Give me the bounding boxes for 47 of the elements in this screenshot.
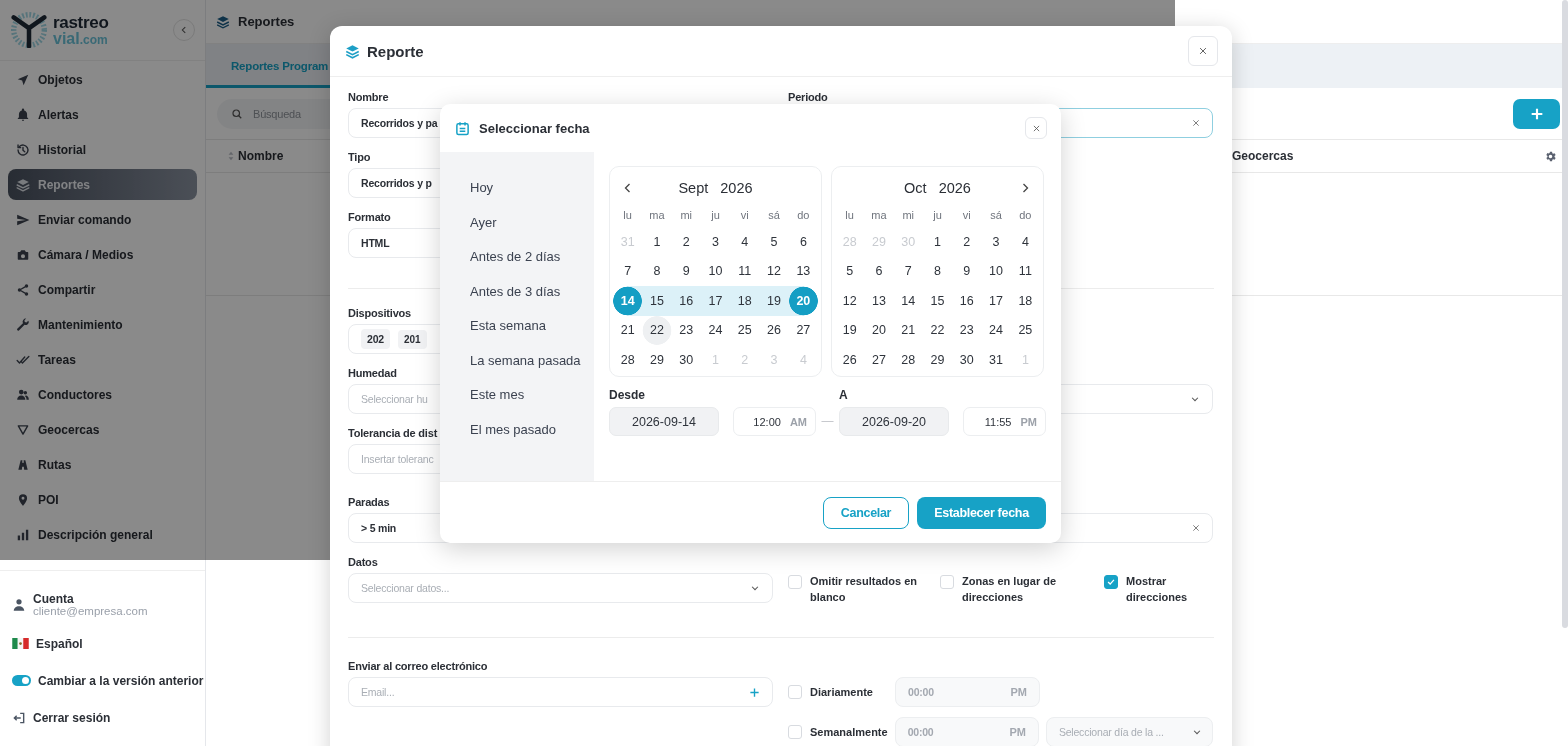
weekday-label: do xyxy=(1018,209,1033,221)
weekday-label: mi xyxy=(901,209,915,221)
email-placeholder: Email... xyxy=(361,686,396,698)
weekday-label: lu xyxy=(844,209,855,221)
range-separator: — xyxy=(820,413,835,430)
field-label: Formato xyxy=(348,210,391,224)
device-tag: 201 xyxy=(397,329,427,349)
brand-name: rastreo xyxy=(53,13,109,31)
weekday-label: ma xyxy=(870,209,888,221)
weekday-label: ma xyxy=(648,209,666,221)
field-label: Datos xyxy=(348,555,378,569)
column-header: Nombre xyxy=(238,149,284,163)
field-label: A xyxy=(839,388,849,404)
field-label: Dispositivos xyxy=(348,306,411,320)
weekday-label: mi xyxy=(679,209,693,221)
field-label: Tipo xyxy=(348,150,371,164)
checkbox-label: Zonas en lugar de direcciones xyxy=(962,574,1058,605)
column-header: Geocercas xyxy=(1232,149,1295,163)
page-title: Reportes xyxy=(238,14,295,29)
field-label: Humedad xyxy=(348,366,397,380)
checkbox-label: Mostrar direcciones xyxy=(1126,574,1189,605)
weekday-label: sá xyxy=(767,209,781,221)
brand-domain: vial xyxy=(53,30,80,47)
weekday-label: ju xyxy=(932,209,943,221)
field-label: Enviar al correo electrónico xyxy=(348,659,488,673)
field-label: Nombre xyxy=(348,90,389,104)
device-tag: 202 xyxy=(361,329,390,349)
brand-suffix: .com xyxy=(79,33,108,46)
weekday-label: lu xyxy=(622,209,633,221)
checkbox-label: Omitir resultados en blanco xyxy=(810,574,918,605)
field-label: Paradas xyxy=(348,495,390,509)
account-email: cliente@empresa.com xyxy=(33,605,148,618)
field-label: Desde xyxy=(609,388,647,404)
weekday-label: vi xyxy=(739,209,750,221)
field-label: Tolerancia de dist xyxy=(348,426,438,440)
checkbox-label: Diariamente xyxy=(810,685,873,700)
weekday-label: sá xyxy=(989,209,1003,221)
weekday-label: ju xyxy=(710,209,721,221)
dropdown-placeholder: Seleccionar datos... xyxy=(361,582,451,594)
toggle-label: Cambiar a la versión anterior xyxy=(38,673,204,688)
weekday-label: do xyxy=(796,209,811,221)
weekday-label: vi xyxy=(961,209,972,221)
field-label: Periodo xyxy=(788,90,828,104)
checkbox-label: Semanalmente xyxy=(810,725,888,740)
dropdown-placeholder: Seleccionar día de la ... xyxy=(1058,726,1165,738)
dialog-title: Seleccionar fecha xyxy=(479,120,590,136)
dialog-title: Reporte xyxy=(367,42,424,60)
